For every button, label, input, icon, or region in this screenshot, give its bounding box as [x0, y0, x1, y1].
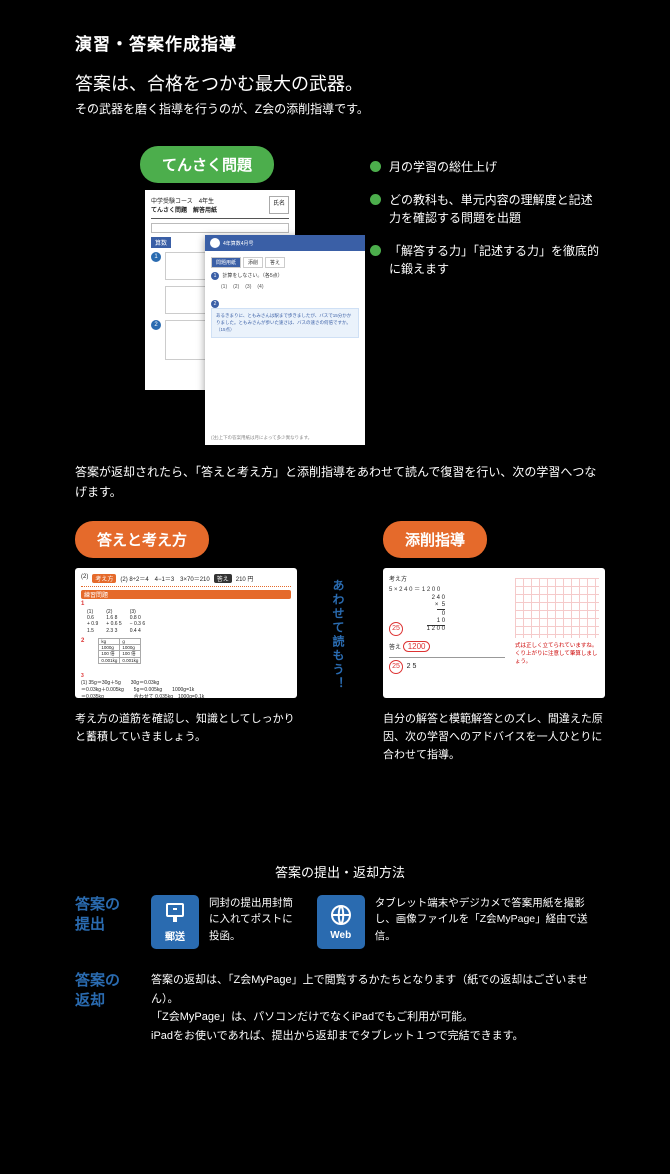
avatar-icon [210, 238, 220, 248]
q2-note: あるきまりに、ともみさんは駅まで歩きましたが、バスで15分かかりました。ともみさ… [211, 308, 359, 338]
sheet-grade: 中学受験コース 4年生 [151, 196, 217, 205]
q2-block: 2 あるきまりに、ともみさんは駅まで歩きましたが、バスで15分かかりました。とも… [211, 300, 359, 338]
red-annotations: 式は正しく立てられていますね。くり上がりに注意して筆算しましょう。 [515, 574, 599, 667]
p3-text: (1) 35g＝30g＋5g 30g＝0.03kg ＝0.03kg＋0.005k… [81, 680, 204, 698]
chip-kangaekata: 考え方 [92, 574, 116, 583]
web-desc: タブレット端末やデジカメで答案用紙を撮影し、画像ファイルを「Z会MyPage」経… [375, 895, 605, 944]
p2-num: 2 [81, 638, 84, 664]
kotae-tag: 答えと考え方 [75, 521, 209, 558]
headline-line2: その武器を磨く指導を行うのが、Z会の添削指導です。 [75, 100, 369, 117]
worksheet-front: 4年算数4月号 問題用紙 添削 答え 1 計算をしなさい。（各5点） (1) (… [205, 235, 365, 445]
p2-table: kgg 1000g1000g 100 倍100 倍 0.001kg0.001kg [98, 638, 141, 664]
mid-label: あわせて読もう！ [333, 521, 347, 691]
bullet-1: 月の学習の総仕上げ [370, 158, 600, 177]
front-topbar: 4年算数4月号 [205, 235, 365, 251]
calc4: (4) [257, 284, 263, 290]
q2-badge: 2 [211, 300, 219, 308]
p1-c2: (2) 1.6 8 + 0.6 5 2.3 3 [106, 609, 121, 634]
bullet-3: 「解答する力」「記述する力」を徹底的に鍛えます [370, 242, 600, 279]
p1-c1: (1) 0.6 + 0.9 1.5 [87, 609, 98, 634]
calc3: (3) [245, 284, 251, 290]
chip-ans: 答え [214, 574, 232, 583]
section2-lead: 答案が返却されたら、「答えと考え方」と添削指導をあわせて読んで復習を行い、次の学… [75, 462, 605, 503]
kotae-ans-text: 210 円 [236, 574, 254, 583]
sheet-subject-box: 氏名 [269, 196, 289, 214]
web-icon-box: Web [317, 895, 365, 949]
col-kotae: 答えと考え方 (2) 考え方 (2) 8÷2＝4 4−1＝3 3×70＝210 … [75, 521, 297, 746]
section3: 答案の提出・返却方法 答案の 提出 郵送 同封の提出用封筒に入れてポストに投函。 [75, 862, 605, 1068]
bullet-3-text: 「解答する力」「記述する力」を徹底的に鍛えます [389, 242, 600, 279]
web-label: Web [330, 930, 351, 941]
submit-label: 答案の 提出 [75, 895, 133, 936]
bullet-2-text: どの教科も、単元内容の理解度と記述力を確認する問題を出題 [389, 191, 600, 228]
grid-bg [515, 578, 599, 638]
bullet-dot [370, 245, 381, 256]
score-circle-2: 25 [389, 660, 403, 674]
post-icon [163, 901, 187, 925]
headline-line1: 答案は、合格をつかむ最大の武器。 [75, 70, 369, 96]
tab-tensaku: 添削 [243, 257, 263, 268]
q1-instruct: 1 計算をしなさい。（各5点） [211, 272, 359, 280]
bullet-dot [370, 161, 381, 172]
bullet-1-text: 月の学習の総仕上げ [389, 158, 497, 177]
bullets: 月の学習の総仕上げ どの教科も、単元内容の理解度と記述力を確認する問題を出題 「… [370, 158, 600, 293]
p3-num: 3 [81, 673, 84, 679]
col-tensaku: 添削指導 考え方 5 × 2 4 0 ＝ 1 2 0 0 25 2 4 0 × … [383, 521, 605, 764]
return-label: 答案の 返却 [75, 971, 133, 1012]
ans-label: 答え [389, 645, 401, 651]
submit-row: 答案の 提出 郵送 同封の提出用封筒に入れてポストに投函。 [75, 895, 605, 949]
score-circle-1: 25 [389, 622, 403, 636]
sect-chip: 練習問題 [81, 590, 291, 599]
q1-badge: 1 [211, 272, 219, 280]
tab-problem: 問題用紙 [211, 257, 241, 268]
globe-icon [329, 903, 353, 927]
sheet-field [151, 223, 289, 233]
section2: 答案が返却されたら、「答えと考え方」と添削指導をあわせて読んで復習を行い、次の学… [75, 462, 605, 764]
method-web: Web タブレット端末やデジカメで答案用紙を撮影し、画像ファイルを「Z会MyPa… [317, 895, 605, 949]
worksheet-stack: 中学受験コース 4年生 てんさく問題 解答用紙 氏名 算数 1 2 4年算数4月… [145, 190, 360, 430]
bullet-2: どの教科も、単元内容の理解度と記述力を確認する問題を出題 [370, 191, 600, 228]
calc-row: (1) (2) (3) (4) [221, 284, 359, 290]
tab-answer: 答え [265, 257, 285, 268]
post-label: 郵送 [165, 928, 185, 943]
kotae-card: (2) 考え方 (2) 8÷2＝4 4−1＝3 3×70＝210 答え 210 … [75, 568, 297, 698]
front-header: 4年算数4月号 [223, 240, 254, 247]
bottom-num: 2 5 [407, 663, 417, 670]
sheet-subject: 算数 [151, 237, 171, 248]
post-desc: 同封の提出用封筒に入れてポストに投函。 [209, 895, 299, 944]
tensaku-guidance-tag: 添削指導 [383, 521, 487, 558]
tensaku-card: 考え方 5 × 2 4 0 ＝ 1 2 0 0 25 2 4 0 × 5 0 1… [383, 568, 605, 698]
kotae-desc: 考え方の道筋を確認し、知識としてしっかりと蓄積していきましょう。 [75, 710, 297, 746]
red-note: 式は正しく立てられていますね。くり上がりに注意して筆算しましょう。 [515, 642, 599, 667]
bullet-dot [370, 194, 381, 205]
tensaku-desc: 自分の解答と模範解答とのズレ、間違えた原因、次の学習へのアドバイスを一人ひとりに… [383, 710, 605, 764]
calc1: (1) [221, 284, 227, 290]
page-title: 演習・答案作成指導 [75, 30, 237, 55]
sheet-title: てんさく問題 解答用紙 [151, 205, 217, 214]
tensaku-tag: てんさく問題 [140, 146, 274, 183]
p1-cols: (1) 0.6 + 0.9 1.5 (2) 1.6 8 + 0.6 5 2.3 … [87, 609, 291, 634]
section3-heading: 答案の提出・返却方法 [75, 862, 605, 881]
post-icon-box: 郵送 [151, 895, 199, 949]
q2-num: 2 [151, 320, 161, 330]
p1-c3: (3) 0.8 0 − 0.3 6 0.4 4 [130, 609, 145, 634]
method-post: 郵送 同封の提出用封筒に入れてポストに投函。 [151, 895, 299, 949]
t-line1: 5 × 2 4 0 ＝ 1 2 0 0 [389, 584, 505, 593]
return-desc: 答案の返却は、「Z会MyPage」上で閲覧するかたちとなります（紙での返却はござ… [151, 971, 605, 1046]
front-tabs: 問題用紙 添削 答え [211, 257, 359, 268]
calc2: (2) [233, 284, 239, 290]
ans-box: 1200 [403, 641, 431, 652]
p1-num: 1 [81, 601, 84, 607]
kotae-top-text: (2) 8÷2＝4 4−1＝3 3×70＝210 [120, 574, 209, 583]
front-footnote: (注)上下の答案用紙は月によって多少異なります。 [211, 435, 312, 441]
q1-num: 1 [151, 252, 161, 262]
headline: 答案は、合格をつかむ最大の武器。 その武器を磨く指導を行うのが、Z会の添削指導で… [75, 70, 369, 117]
return-row: 答案の 返却 答案の返却は、「Z会MyPage」上で閲覧するかたちとなります（紙… [75, 971, 605, 1046]
t-heading: 考え方 [389, 574, 505, 583]
